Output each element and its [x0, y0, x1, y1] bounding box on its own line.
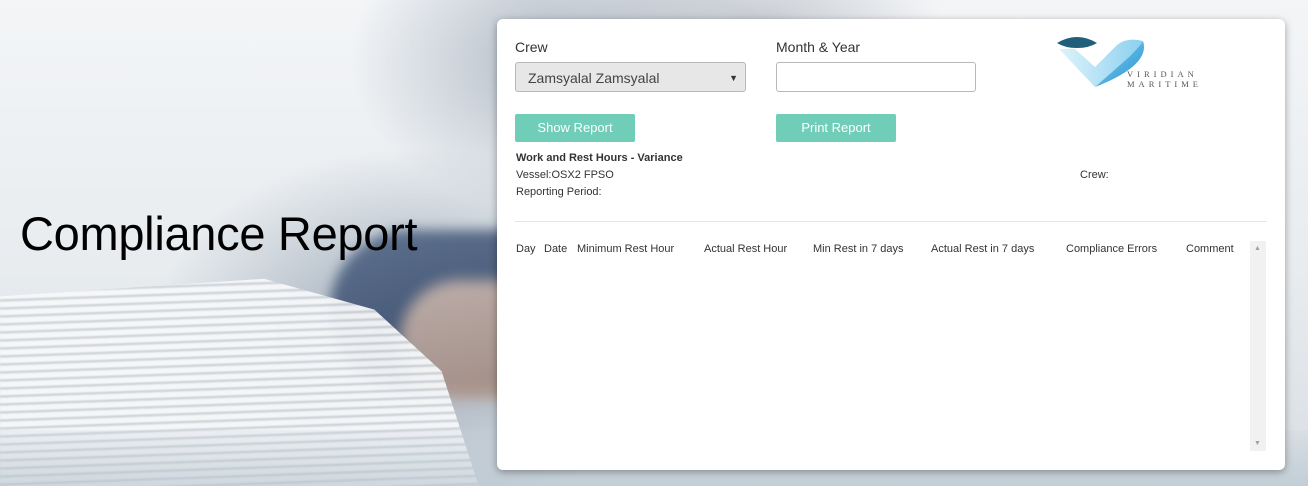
print-report-button[interactable]: Print Report: [776, 114, 896, 142]
logo-line-1: VIRIDIAN: [1127, 69, 1198, 79]
crew-select[interactable]: Zamsyalal Zamsyalal ▼: [515, 62, 746, 92]
caret-down-icon: ▼: [729, 73, 738, 83]
logo-text: VIRIDIAN MARITIME: [1127, 69, 1202, 89]
column-header-min-rest-7-days: Min Rest in 7 days: [813, 243, 904, 255]
column-header-actual-rest-hour: Actual Rest Hour: [704, 243, 788, 255]
table-header-row: Day Date Minimum Rest Hour Actual Rest H…: [497, 243, 1247, 259]
scroll-up-icon[interactable]: ▲: [1254, 245, 1261, 252]
crew-label: Crew: [515, 39, 548, 55]
column-header-day: Day: [516, 243, 536, 255]
scroll-down-icon[interactable]: ▼: [1254, 440, 1261, 447]
table-scrollbar[interactable]: ▲ ▼: [1250, 241, 1266, 451]
divider: [515, 221, 1267, 222]
report-title: Work and Rest Hours - Variance: [516, 152, 683, 164]
column-header-minimum-rest-hour: Minimum Rest Hour: [577, 243, 675, 255]
page-title: Compliance Report: [20, 207, 418, 260]
show-report-button[interactable]: Show Report: [515, 114, 635, 142]
crew-select-value: Zamsyalal Zamsyalal: [528, 70, 660, 86]
column-header-actual-rest-7-days: Actual Rest in 7 days: [931, 243, 1035, 255]
report-vessel: Vessel:OSX2 FPSO: [516, 169, 614, 181]
column-header-compliance-errors: Compliance Errors: [1066, 243, 1158, 255]
report-panel: Crew Month & Year Zamsyalal Zamsyalal ▼ …: [497, 19, 1285, 470]
report-crew: Crew:: [1080, 169, 1109, 181]
month-year-input[interactable]: [776, 62, 976, 92]
column-header-comment: Comment: [1186, 243, 1234, 255]
logo-line-2: MARITIME: [1127, 79, 1202, 89]
column-header-date: Date: [544, 243, 568, 255]
month-year-label: Month & Year: [776, 39, 861, 55]
report-period: Reporting Period:: [516, 186, 602, 198]
